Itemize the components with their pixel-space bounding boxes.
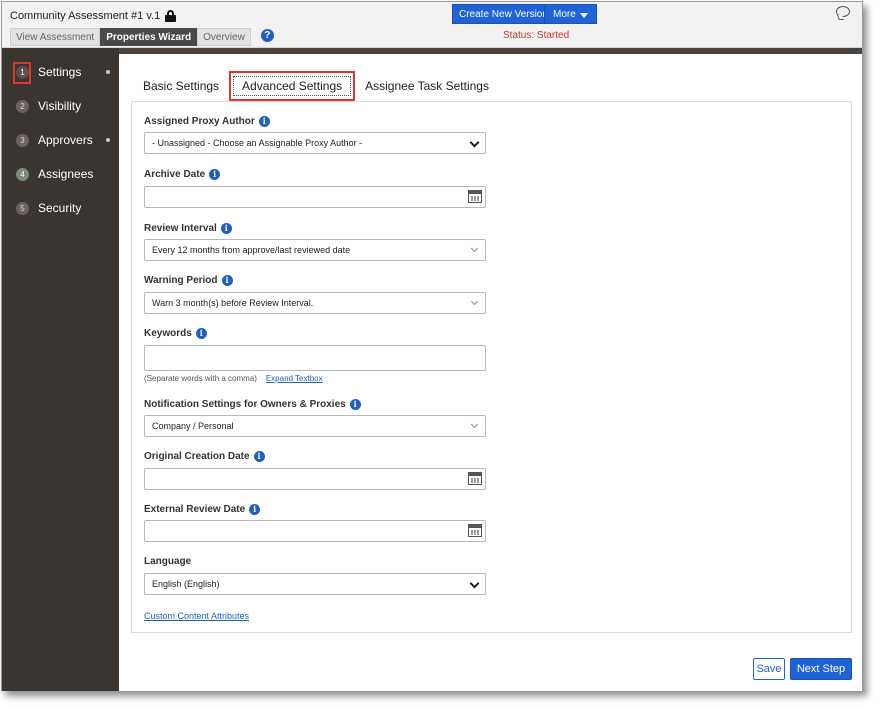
info-icon[interactable]: i [221,275,233,286]
calendar-icon[interactable] [468,524,482,537]
app-window: Community Assessment #1 v.1 View Assessm… [1,1,863,691]
caret-down-icon [580,13,588,18]
step-label: Approvers [38,133,93,147]
warning-period-select[interactable]: Warn 3 month(s) before Review Interval. [144,292,486,314]
chevron-down-icon [470,420,479,429]
label-text: Notification Settings for Owners & Proxi… [144,399,346,410]
chevron-down-icon [469,578,480,589]
next-step-button[interactable]: Next Step [790,658,852,680]
document-title: Community Assessment #1 v.1 [10,10,177,22]
select-value: Warn 3 month(s) before Review Interval. [152,298,314,308]
original-creation-date-input[interactable] [144,468,486,490]
hint-text: (Separate words with a comma) [144,374,257,383]
select-value: English (English) [152,579,220,589]
notification-select[interactable]: Company / Personal [144,415,486,437]
more-button[interactable]: More [544,4,597,24]
calendar-icon[interactable] [468,190,482,203]
warning-period-label: Warning Period i [144,275,233,286]
sidebar-step-assignees[interactable]: 4 Assignees [2,157,119,191]
advanced-settings-panel: Assigned Proxy Author i - Unassigned - C… [131,101,852,633]
keywords-hint: (Separate words with a comma) Expand Tex… [144,374,323,383]
label-text: External Review Date [144,504,246,515]
proxy-author-label: Assigned Proxy Author i [144,116,270,127]
main-content: Basic Settings Advanced Settings Assigne… [119,54,862,691]
custom-content-attributes-link[interactable]: Custom Content Attributes [144,611,249,621]
info-icon[interactable]: i [195,328,207,339]
step-label: Settings [38,65,82,79]
save-button[interactable]: Save [753,658,785,680]
help-icon[interactable]: ? [260,29,274,42]
create-new-version-button[interactable]: Create New Version [452,4,555,24]
document-title-text: Community Assessment #1 v.1 [10,10,161,22]
notification-label: Notification Settings for Owners & Proxi… [144,399,361,410]
wizard-sidebar: 1 Settings 2 Visibility 3 Approvers 4 As… [2,48,119,691]
external-review-date-label: External Review Date i [144,504,261,515]
highlight-box [13,62,31,84]
info-icon[interactable]: i [258,116,270,127]
review-interval-select[interactable]: Every 12 months from approve/last review… [144,239,486,261]
lock-icon [165,10,177,22]
label-text: Language [144,556,192,567]
more-button-label: More [553,9,576,20]
tab-assignee-task-settings[interactable]: Assignee Task Settings [357,76,497,96]
incomplete-dot [106,70,110,74]
tab-view-assessment[interactable]: View Assessment [10,28,101,46]
incomplete-dot [106,138,110,142]
language-select[interactable]: English (English) [144,573,486,595]
sidebar-step-approvers[interactable]: 3 Approvers [2,123,119,157]
header: Community Assessment #1 v.1 View Assessm… [2,2,862,48]
chevron-down-icon [469,137,480,148]
step-label: Assignees [38,167,94,181]
label-text: Review Interval [144,223,217,234]
label-text: Keywords [144,328,192,339]
settings-subtabs: Basic Settings Advanced Settings Assigne… [143,71,497,101]
info-icon[interactable]: i [249,504,261,515]
tab-properties-wizard[interactable]: Properties Wizard [100,28,198,46]
original-creation-date-label: Original Creation Date i [144,451,265,462]
keywords-input[interactable] [144,345,486,371]
external-review-date-input[interactable] [144,520,486,542]
review-interval-label: Review Interval i [144,223,232,234]
info-icon[interactable]: i [349,399,361,410]
label-text: Original Creation Date [144,451,250,462]
view-tabs: View Assessment Properties Wizard Overvi… [10,28,274,46]
tab-basic-settings[interactable]: Basic Settings [143,76,227,96]
step-number: 2 [16,99,29,113]
keywords-label: Keywords i [144,328,207,339]
select-value: Every 12 months from approve/last review… [152,245,351,255]
highlight-box [229,71,356,101]
label-text: Assigned Proxy Author [144,116,255,127]
tab-advanced-settings[interactable]: Advanced Settings [229,71,356,101]
step-number: 4 [16,167,29,181]
step-number: 5 [16,201,29,215]
select-value: Company / Personal [152,421,234,431]
calendar-icon[interactable] [468,472,482,485]
step-number: 3 [16,133,29,147]
sidebar-step-security[interactable]: 5 Security [2,191,119,225]
comment-icon[interactable] [836,6,850,17]
status-text: Status: Started [503,30,570,41]
sidebar-step-settings[interactable]: 1 Settings [2,55,119,89]
label-text: Warning Period [144,275,218,286]
sidebar-step-visibility[interactable]: 2 Visibility [2,89,119,123]
info-icon[interactable]: i [253,451,265,462]
step-label: Visibility [38,99,82,113]
proxy-author-select[interactable]: - Unassigned - Choose an Assignable Prox… [144,132,486,154]
chevron-down-icon [470,244,479,253]
info-icon[interactable]: i [209,169,221,180]
select-value: - Unassigned - Choose an Assignable Prox… [152,138,363,148]
chevron-down-icon [470,297,479,306]
archive-date-input[interactable] [144,186,486,208]
label-text: Archive Date [144,169,206,180]
tab-overview[interactable]: Overview [197,28,251,46]
archive-date-label: Archive Date i [144,169,221,180]
language-label: Language [144,556,191,567]
expand-textbox-link[interactable]: Expand Textbox [266,374,323,383]
step-label: Security [38,201,82,215]
info-icon[interactable]: i [220,223,232,234]
